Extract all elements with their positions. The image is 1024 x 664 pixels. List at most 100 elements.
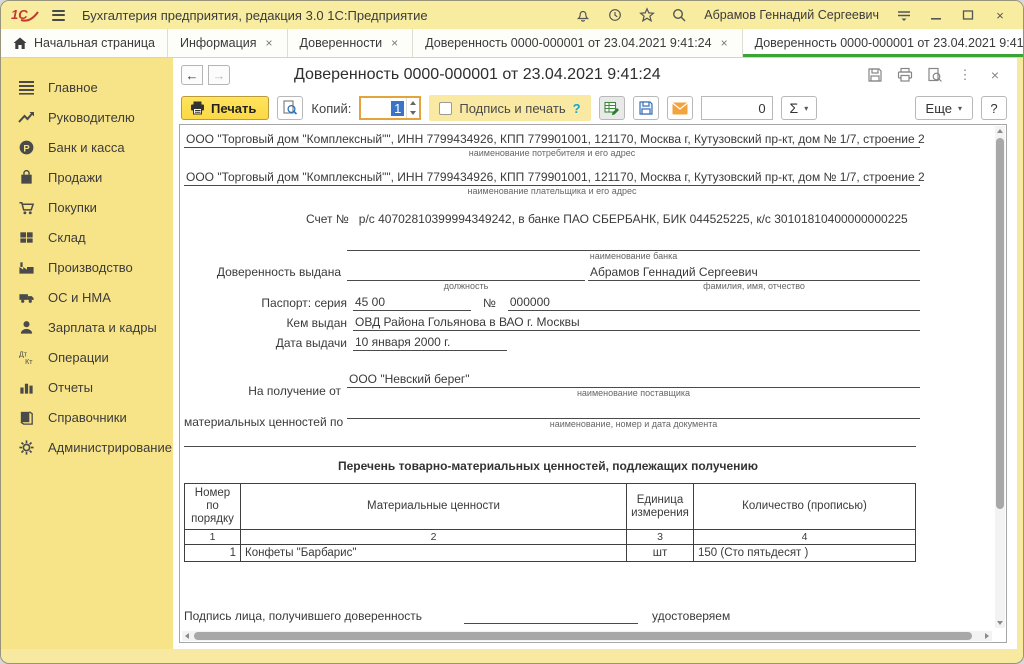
- form-header: ← → Доверенность 0000-000001 от 23.04.20…: [173, 58, 1017, 92]
- sidebar-item-sales[interactable]: Продажи: [1, 162, 173, 192]
- tab-close-icon[interactable]: ×: [264, 35, 275, 51]
- passport-number-field: 000000: [508, 294, 920, 311]
- main-area: ← → Доверенность 0000-000001 от 23.04.20…: [173, 58, 1017, 649]
- save-file-button[interactable]: [633, 96, 659, 120]
- truck-icon: [17, 289, 35, 306]
- current-user[interactable]: Абрамов Геннадий Сергеевич: [704, 8, 879, 22]
- sidebar-item-operations[interactable]: ДтКт Операции: [1, 342, 173, 372]
- bank-field: наименование банка: [347, 235, 920, 262]
- tab-close-icon[interactable]: ×: [719, 35, 730, 51]
- history-icon[interactable]: [604, 5, 626, 25]
- main-menu-icon[interactable]: [49, 7, 68, 24]
- position-field: должность: [347, 265, 585, 292]
- tab-label: Доверенность 0000-000001 от 23.04.2021 9…: [755, 36, 1024, 50]
- sidebar-item-label: Продажи: [48, 170, 102, 185]
- notifications-bell-icon[interactable]: [572, 5, 594, 25]
- scroll-down-icon[interactable]: [995, 618, 1005, 628]
- more-actions-icon[interactable]: ⋮: [953, 64, 977, 86]
- scroll-right-icon[interactable]: [982, 631, 992, 641]
- tab-close-icon[interactable]: ×: [389, 35, 400, 51]
- nav-forward-button[interactable]: →: [208, 65, 230, 85]
- counter-field[interactable]: 0: [701, 96, 773, 120]
- search-icon[interactable]: [668, 5, 690, 25]
- nav-back-button[interactable]: ←: [181, 65, 203, 85]
- sidebar-item-fixed-assets[interactable]: ОС и НМА: [1, 282, 173, 312]
- sidebar-item-directories[interactable]: Справочники: [1, 402, 173, 432]
- person-caption: фамилия, имя, отчество: [588, 281, 920, 292]
- maximize-button[interactable]: [957, 5, 979, 25]
- account-value: р/с 40702810399994349242, в банке ПАО СБ…: [359, 211, 908, 227]
- signature-row: Подпись лица, получившего доверенность у…: [184, 608, 920, 624]
- sidebar-item-administration[interactable]: Администрирование: [1, 432, 173, 462]
- sidebar-item-warehouse[interactable]: Склад: [1, 222, 173, 252]
- copies-decrement-button[interactable]: [407, 108, 419, 118]
- sidebar-item-production[interactable]: Производство: [1, 252, 173, 282]
- window-body: Главное Руководителю Р Банк и касса Прод…: [1, 58, 1023, 657]
- more-button[interactable]: Еще ▾: [915, 96, 973, 120]
- scroll-up-icon[interactable]: [995, 126, 1005, 136]
- sign-and-stamp-checkbox[interactable]: [439, 102, 452, 115]
- sign-and-stamp-label[interactable]: Подпись и печать: [459, 101, 565, 116]
- tab-warrant-document-1[interactable]: Доверенность 0000-000001 от 23.04.2021 9…: [413, 29, 742, 57]
- sidebar-item-salary-hr[interactable]: Зарплата и кадры: [1, 312, 173, 342]
- close-window-button[interactable]: ×: [989, 5, 1011, 25]
- send-email-button[interactable]: [667, 96, 693, 120]
- cell-unit: шт: [627, 545, 694, 562]
- minimize-button[interactable]: [925, 5, 947, 25]
- signature-suffix: удостоверяем: [652, 608, 730, 624]
- payer-value: ООО "Торговый дом "Комплексный"", ИНН 77…: [184, 169, 920, 186]
- print-button-label: Печать: [211, 101, 256, 116]
- vertical-scrollbar[interactable]: [995, 126, 1005, 628]
- factory-icon: [17, 259, 35, 276]
- document-title: Доверенность 0000-000001 от 23.04.2021 9…: [294, 66, 857, 84]
- sidebar-item-bank-cash[interactable]: Р Банк и касса: [1, 132, 173, 162]
- tab-information[interactable]: Информация ×: [168, 29, 288, 57]
- print-icon[interactable]: [893, 64, 917, 86]
- tab-warrants-list[interactable]: Доверенности ×: [288, 29, 414, 57]
- goods-table: Номер по порядку Материальные ценности Е…: [184, 483, 916, 562]
- tab-home[interactable]: Начальная страница: [1, 29, 168, 57]
- sum-button[interactable]: Σ ▾: [781, 96, 818, 120]
- close-form-icon[interactable]: ×: [983, 64, 1007, 86]
- issued-label: Доверенность выдана: [184, 264, 347, 280]
- svg-text:Кт: Кт: [25, 358, 33, 366]
- sign-and-stamp-help-link[interactable]: ?: [573, 101, 581, 116]
- tab-label: Начальная страница: [34, 36, 155, 50]
- cart-icon: [17, 199, 35, 216]
- sidebar-item-label: Операции: [48, 350, 109, 365]
- tab-warrant-document-2-active[interactable]: Доверенность 0000-000001 от 23.04.2021 9…: [743, 29, 1024, 57]
- copies-increment-button[interactable]: [407, 98, 419, 108]
- favorites-star-icon[interactable]: [636, 5, 658, 25]
- chevron-down-icon: ▾: [958, 104, 962, 113]
- horizontal-scrollbar[interactable]: [182, 631, 992, 641]
- sidebar-item-main[interactable]: Главное: [1, 72, 173, 102]
- sidebar-item-manager[interactable]: Руководителю: [1, 102, 173, 132]
- print-preview-button[interactable]: [277, 96, 303, 120]
- copies-stepper[interactable]: 1: [359, 96, 421, 120]
- col-header-number: Номер по порядку: [185, 484, 241, 530]
- sidebar-item-label: Администрирование: [48, 440, 172, 455]
- vertical-scroll-thumb[interactable]: [996, 138, 1004, 509]
- person-name: Абрамов Геннадий Сергеевич: [588, 264, 920, 281]
- horizontal-scroll-thumb[interactable]: [194, 632, 972, 640]
- goods-list-title: Перечень товарно-материальных ценностей,…: [184, 459, 912, 473]
- scroll-left-icon[interactable]: [182, 631, 192, 641]
- sidebar-item-label: Руководителю: [48, 110, 135, 125]
- issued-by-row: Кем выдан ОВД Района Гольянова в ВАО г. …: [184, 314, 920, 331]
- sidebar-item-purchases[interactable]: Покупки: [1, 192, 173, 222]
- sidebar-item-label: Склад: [48, 230, 86, 245]
- tab-label: Информация: [180, 36, 257, 50]
- person-field: Абрамов Геннадий Сергеевич фамилия, имя,…: [588, 264, 920, 292]
- preview-icon[interactable]: [923, 64, 947, 86]
- help-button[interactable]: ?: [981, 96, 1007, 120]
- copies-value[interactable]: 1: [391, 101, 404, 116]
- sidebar-item-reports[interactable]: Отчеты: [1, 372, 173, 402]
- dt-kt-icon: ДтКт: [17, 349, 35, 366]
- passport-no-label: №: [483, 295, 496, 311]
- save-icon[interactable]: [863, 64, 887, 86]
- passport-series-field: 45 00: [353, 294, 471, 311]
- print-button[interactable]: Печать: [181, 96, 269, 120]
- service-menu-icon[interactable]: [893, 5, 915, 25]
- goods-table-header-row: Номер по порядку Материальные ценности Е…: [185, 484, 916, 530]
- edit-spreadsheet-button[interactable]: [599, 96, 625, 120]
